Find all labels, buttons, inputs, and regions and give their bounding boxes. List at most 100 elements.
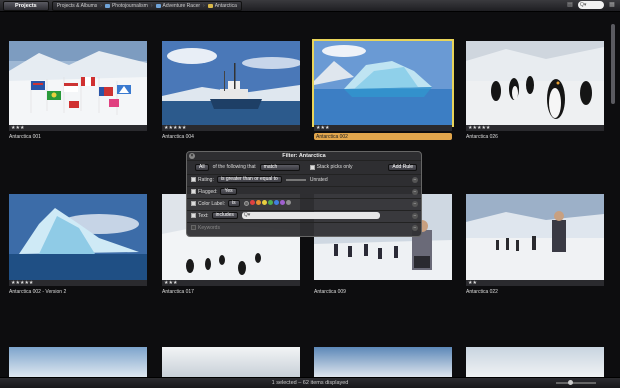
flagged-checkbox[interactable] <box>191 189 196 194</box>
rating-strip: ★★★★★ <box>9 280 147 286</box>
color-swatches <box>249 200 292 207</box>
breadcrumb-separator: › <box>203 2 205 9</box>
thumbnail-caption: Antarctica 026 <box>466 134 498 140</box>
stack-picks-label: Stack picks only <box>316 164 353 170</box>
top-toolbar: Projects Projects & Albums › Photojourna… <box>0 0 620 12</box>
color-swatch[interactable] <box>249 200 255 205</box>
rating-checkbox[interactable] <box>191 177 196 182</box>
breadcrumb-label: Adventure Racer <box>162 2 201 9</box>
remove-rule-icon[interactable]: − <box>412 188 418 195</box>
remove-rule-icon[interactable]: − <box>412 176 418 183</box>
thumbnail-caption: Antarctica 017 <box>162 289 194 295</box>
color-swatch[interactable] <box>261 200 267 205</box>
rating-strip: ★★★★★ <box>162 125 300 131</box>
thumbnail-caption: Antarctica 009 <box>314 289 346 295</box>
folder-icon <box>155 3 161 8</box>
breadcrumb-item-antarctica[interactable]: Antarctica <box>207 2 237 10</box>
color-swatch[interactable] <box>273 200 279 205</box>
rating-stars: ★★★★★ <box>11 280 34 286</box>
following-text: of the following that <box>212 164 256 170</box>
photo <box>466 194 604 280</box>
flagged-select[interactable]: Yes <box>220 188 237 195</box>
search-input[interactable]: Q▾ <box>578 1 604 9</box>
all-select[interactable]: All <box>195 163 209 171</box>
color-label-label: Color Label: <box>198 200 225 207</box>
photo <box>466 41 604 125</box>
close-icon[interactable]: × <box>189 153 195 159</box>
rating-strip: ★★ <box>466 280 604 286</box>
keywords-checkbox[interactable] <box>191 225 196 230</box>
zoom-slider-knob[interactable] <box>568 380 573 385</box>
photo <box>162 347 300 377</box>
breadcrumb-item-projects-albums[interactable]: Projects & Albums <box>57 2 98 10</box>
thumbnail-caption: Antarctica 002 - Version 2 <box>9 289 67 295</box>
vertical-scrollbar[interactable] <box>610 14 616 374</box>
text-condition-select[interactable]: includes <box>211 212 238 219</box>
thumbnail-caption: Antarctica 004 <box>162 134 194 140</box>
color-swatch[interactable] <box>267 200 273 205</box>
status-text: 1 selected – 62 items displayed <box>271 380 349 386</box>
rating-stars: ★★★ <box>164 280 178 286</box>
status-bar: 1 selected – 62 items displayed <box>0 377 620 388</box>
hud-title-bar: × Filter: Antarctica <box>187 152 421 161</box>
stack-picks-checkbox[interactable] <box>309 164 315 170</box>
rating-rule-row: Rating: is greater than or equal to Unra… <box>187 174 421 184</box>
rating-strip: ★★★ <box>162 280 300 286</box>
color-swatch[interactable] <box>279 200 285 205</box>
rating-label: Rating: <box>198 176 214 183</box>
keywords-rule-row: Keywords − <box>187 222 421 232</box>
match-select[interactable]: match <box>259 163 300 171</box>
breadcrumb: Projects & Albums › Photojournalism › Ad… <box>51 0 242 11</box>
rating-value: Unrated <box>309 176 328 183</box>
photo <box>9 194 147 280</box>
folder-icon <box>104 3 110 8</box>
photo <box>9 41 147 125</box>
rating-condition-select[interactable]: is greater than or equal to <box>216 176 282 183</box>
color-swatch[interactable] <box>285 200 291 205</box>
add-rule-button[interactable]: Add Rule <box>388 163 417 171</box>
match-row: All of the following that match Stack pi… <box>187 162 421 172</box>
photo <box>466 347 604 377</box>
penguins-photo-image <box>466 41 604 125</box>
iceberg-photo-image <box>314 41 452 125</box>
scrollbar-thumb[interactable] <box>611 24 615 104</box>
projects-button[interactable]: Projects <box>3 0 49 11</box>
thumbnail-caption: Antarctica 002 <box>316 134 348 140</box>
rating-stars: ★★★★★ <box>164 125 187 131</box>
view-options-icon[interactable]: ▤ <box>566 1 574 9</box>
thumbnail-caption: Antarctica 001 <box>9 134 41 140</box>
rating-stars: ★★ <box>468 280 477 286</box>
color-label-rule-row: Color Label: is − <box>187 198 421 208</box>
ship-photo-image <box>162 41 300 125</box>
color-condition-select[interactable]: is <box>227 200 240 207</box>
text-search-field[interactable]: Q▾ <box>241 212 380 219</box>
flagged-rule-row: Flagged: Yes − <box>187 186 421 196</box>
thumbnail-caption: Antarctica 022 <box>466 289 498 295</box>
photo <box>314 347 452 377</box>
photo <box>162 41 300 125</box>
rating-stars: ★★★★★ <box>468 125 491 131</box>
zoom-slider[interactable] <box>556 380 596 385</box>
breadcrumb-separator: › <box>100 2 102 9</box>
rating-strip: ★★★★★ <box>466 125 604 131</box>
breadcrumb-label: Photojournalism <box>111 2 148 9</box>
rating-strip: ★★★ <box>9 125 147 131</box>
breadcrumb-item-photojournalism[interactable]: Photojournalism <box>104 2 148 10</box>
rating-stars: ★★★ <box>316 125 330 131</box>
breadcrumb-item-adventure-racer[interactable]: Adventure Racer <box>155 2 201 10</box>
remove-rule-icon[interactable]: − <box>412 224 418 231</box>
text-label: Text: <box>198 212 209 219</box>
grid-view-icon[interactable]: ▦ <box>608 1 616 9</box>
breadcrumb-separator: › <box>150 2 153 9</box>
remove-rule-icon[interactable]: − <box>412 212 418 219</box>
color-swatch-none[interactable] <box>243 201 249 206</box>
color-label-checkbox[interactable] <box>191 201 196 206</box>
color-swatch[interactable] <box>255 200 261 205</box>
iceberg-photo-image <box>9 194 147 280</box>
rating-slider[interactable] <box>285 178 306 181</box>
filter-hud: × Filter: Antarctica All of the followin… <box>186 151 422 237</box>
remove-rule-icon[interactable]: − <box>412 200 418 207</box>
breadcrumb-label: Projects & Albums <box>56 2 98 9</box>
hikers-photo-image <box>466 194 604 280</box>
text-checkbox[interactable] <box>191 213 196 218</box>
